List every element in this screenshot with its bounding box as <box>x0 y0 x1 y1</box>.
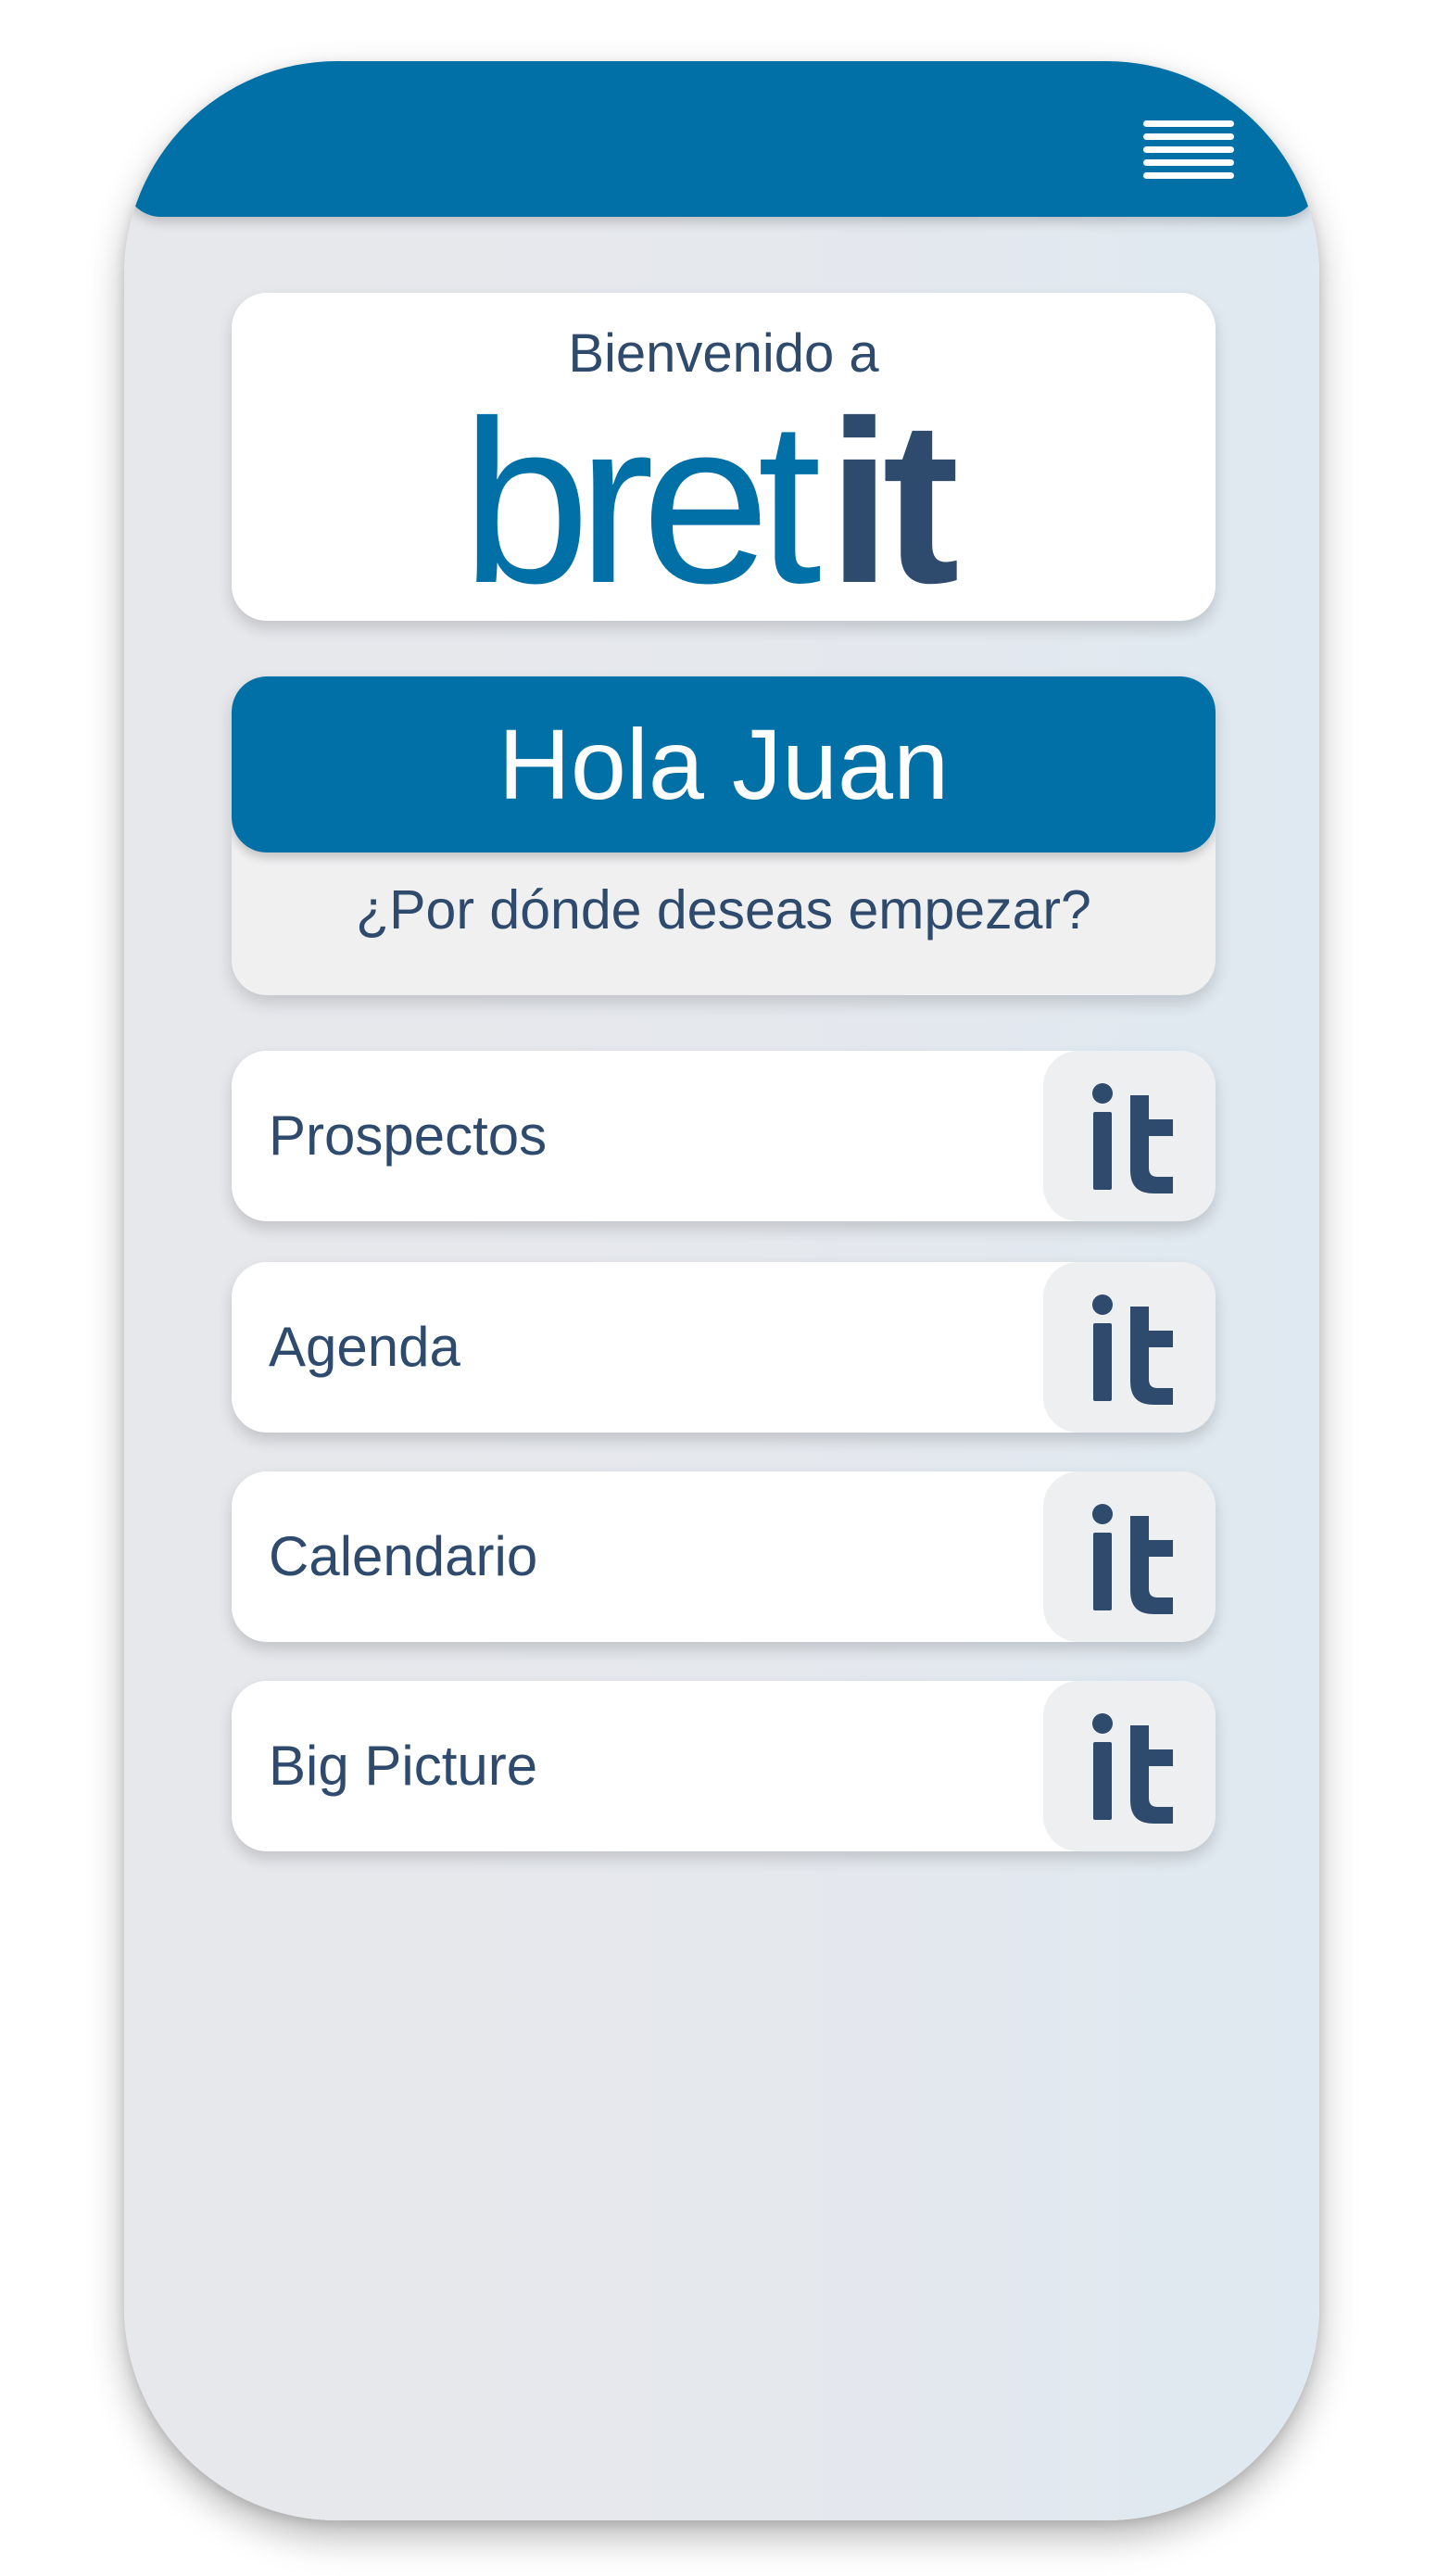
greeting-title: Hola Juan <box>232 676 1216 852</box>
menu-item-big-picture[interactable]: Big Picture <box>232 1681 1216 1851</box>
phone-frame: Bienvenido a bret it Hola Juan ¿Por dónd… <box>124 61 1319 2520</box>
welcome-text: Bienvenido a <box>568 323 879 384</box>
menu-item-label: Calendario <box>269 1525 538 1587</box>
top-bar <box>124 61 1319 217</box>
menu-item-label: Prospectos <box>269 1105 548 1167</box>
menu-item-prospectos[interactable]: Prospectos <box>232 1051 1216 1221</box>
hamburger-menu-icon[interactable] <box>1143 120 1234 180</box>
greeting-card: Hola Juan ¿Por dónde deseas empezar? <box>232 676 1216 995</box>
menu-item-label: Big Picture <box>269 1735 538 1797</box>
welcome-card: Bienvenido a bret it <box>232 293 1216 621</box>
menu-item-label: Agenda <box>269 1316 460 1378</box>
menu-item-agenda[interactable]: Agenda <box>232 1262 1216 1433</box>
greeting-subtitle: ¿Por dónde deseas empezar? <box>356 879 1091 941</box>
svg-text:it: it <box>827 385 957 608</box>
it-logo-icon <box>1043 1051 1216 1221</box>
bretit-logo: bret it <box>461 385 966 608</box>
svg-text:bret: bret <box>461 385 820 608</box>
it-logo-icon <box>1043 1471 1216 1642</box>
menu-item-calendario[interactable]: Calendario <box>232 1471 1216 1642</box>
it-logo-icon <box>1043 1681 1216 1851</box>
it-logo-icon <box>1043 1262 1216 1433</box>
